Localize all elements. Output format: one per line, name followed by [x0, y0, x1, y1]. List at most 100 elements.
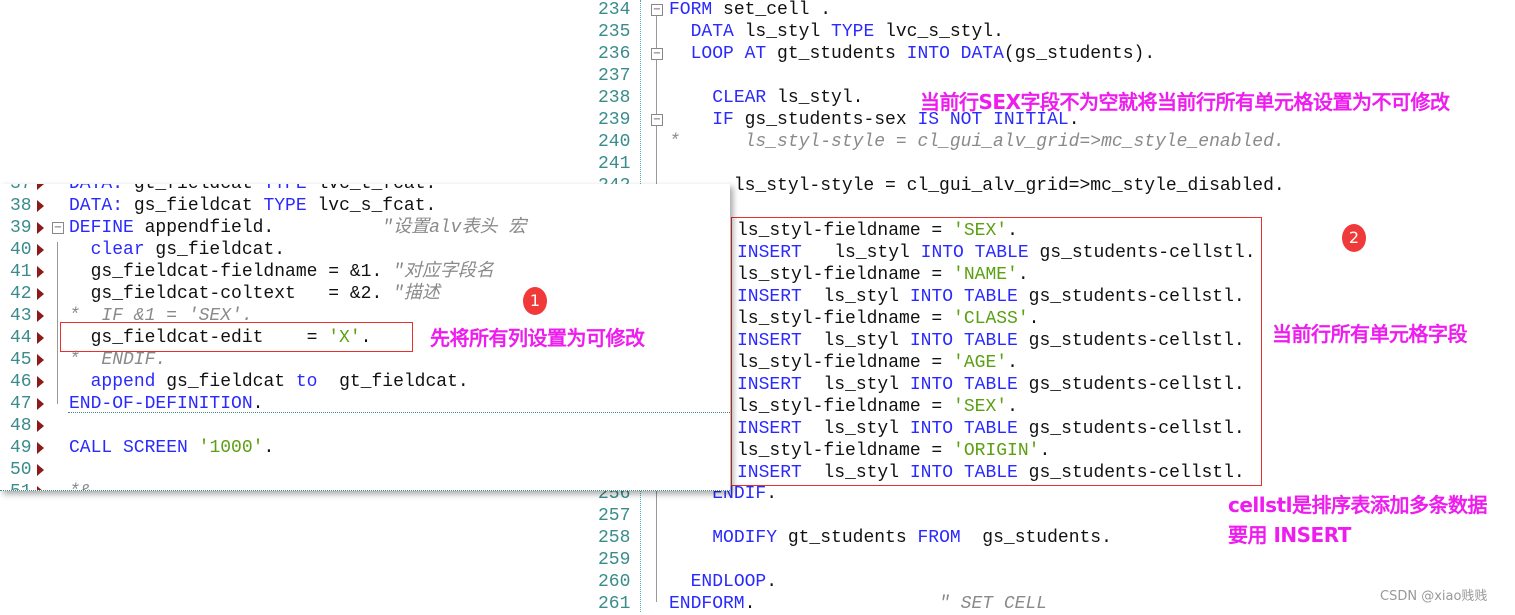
code-token: . — [1017, 265, 1029, 285]
code-token: INSERT — [737, 243, 802, 263]
code-token: gs_fieldcat-fieldname = &1. — [69, 262, 394, 282]
line-number: 44 — [10, 328, 32, 348]
annotation-sex-disabled: 当前行SEX字段不为空就将当前行所有单元格设置为不可修改 — [920, 90, 1450, 114]
line-number: 241 — [598, 154, 631, 174]
code-token: 'NAME' — [953, 265, 1018, 285]
fold-toggle[interactable]: − — [651, 114, 663, 126]
code-line: INSERT ls_styl INTO TABLE gs_students-ce… — [737, 330, 1245, 352]
code-token: DATA: — [69, 184, 124, 194]
fold-toggle[interactable]: − — [651, 48, 663, 60]
code-line: DEFINE appendfield. "设置alv表头 宏 — [69, 217, 526, 239]
line-number: 40 — [10, 240, 32, 260]
code-token: gs_students-cellstl. — [1017, 287, 1245, 307]
code-token: ls_styl — [801, 243, 921, 263]
line-number: 239 — [598, 110, 631, 130]
code-line: ls_styl-fieldname = 'SEX'. — [737, 396, 1018, 418]
code-token: gs_students-cellstl. — [1028, 243, 1256, 263]
code-token: *& — [69, 482, 91, 490]
breakpoint-marker-icon — [37, 288, 44, 300]
code-token: ls_styl-fieldname = — [737, 309, 954, 329]
line-number: 234 — [598, 0, 631, 20]
code-token: "设置alv表头 宏 — [382, 218, 527, 238]
annotation-row-fields: 当前行所有单元格字段 — [1272, 322, 1468, 346]
code-line: END-OF-DEFINITION. — [69, 393, 263, 415]
line-number: 42 — [10, 284, 32, 304]
code-token: gs_fieldcat-coltext = &2. — [69, 284, 394, 304]
line-number: 258 — [598, 528, 631, 548]
code-token: ls_styl-fieldname = — [737, 441, 954, 461]
code-token: ls_styl — [801, 463, 910, 483]
code-token: 'SEX' — [953, 397, 1008, 417]
code-token: gs_fieldcat — [155, 372, 296, 392]
code-token: ls_styl — [801, 287, 910, 307]
code-token: . — [252, 394, 264, 414]
code-line: CLEAR ls_styl. — [669, 87, 863, 109]
code-line: * IF &1 = 'SEX'. — [69, 305, 253, 327]
code-line: FORM set_cell . — [669, 0, 831, 21]
code-token: INTO TABLE — [909, 287, 1018, 307]
code-line: clear gs_fieldcat. — [69, 239, 285, 261]
code-line: INSERT ls_styl INTO TABLE gs_students-ce… — [737, 374, 1245, 396]
code-token: gs_fieldcat-edit = — [69, 328, 329, 348]
code-token: INTO TABLE — [920, 243, 1029, 263]
code-token: (gs_students). — [1003, 44, 1156, 64]
code-token: INTO DATA — [906, 44, 1004, 64]
code-token: ls_styl — [733, 22, 832, 42]
code-token: DATA — [690, 22, 734, 42]
code-token: DATA: — [69, 196, 124, 216]
code-line: ls_styl-fieldname = 'AGE'. — [737, 352, 1018, 374]
code-token: ls_styl — [801, 419, 910, 439]
code-token: gt_fieldcat. — [317, 372, 469, 392]
code-token: gs_students-sex — [733, 110, 918, 130]
code-token: INSERT — [737, 287, 802, 307]
left-code-editor: 1 先将所有列设置为可修改 37 DATA: gt_fieldcat TYPE l… — [0, 184, 730, 491]
line-number: 38 — [10, 196, 32, 216]
code-token: ENDLOOP — [690, 572, 767, 592]
code-token: . — [744, 594, 940, 614]
line-number: 43 — [10, 306, 32, 326]
code-token: . — [360, 328, 372, 348]
code-line: gs_fieldcat-fieldname = &1. "对应字段名 — [69, 261, 494, 283]
code-token: 'SEX' — [953, 221, 1008, 241]
code-line: * ls_styl-style = cl_gui_alv_grid=>mc_st… — [669, 131, 1285, 153]
line-number: 235 — [598, 22, 631, 42]
fold-toggle[interactable]: − — [651, 4, 663, 16]
code-token: TYPE — [263, 184, 307, 194]
code-token: ls_styl-fieldname = — [737, 265, 954, 285]
code-token: * IF &1 = 'SEX'. — [69, 306, 253, 326]
code-line: INSERT ls_styl INTO TABLE gs_students-ce… — [737, 242, 1256, 264]
code-token: gs_students-cellstl. — [1017, 419, 1245, 439]
code-token: to — [295, 372, 318, 392]
code-token: . — [1007, 221, 1018, 241]
line-number: 39 — [10, 218, 32, 238]
breakpoint-marker-icon — [37, 266, 44, 278]
code-token: " SET CELL — [939, 594, 1048, 614]
code-line: DATA: gs_fieldcat TYPE lvc_s_fcat. — [69, 195, 436, 217]
code-token: 'AGE' — [953, 353, 1008, 373]
breakpoint-marker-icon — [37, 222, 44, 234]
code-token: ls_styl-fieldname = — [737, 221, 954, 241]
code-line: ENDLOOP. — [669, 571, 777, 593]
code-token: TYPE — [831, 22, 875, 42]
code-token: 'ORIGIN' — [953, 441, 1040, 461]
line-number: 45 — [10, 350, 32, 370]
code-line: INSERT ls_styl INTO TABLE gs_students-ce… — [737, 462, 1245, 484]
breakpoint-marker-icon — [37, 442, 44, 454]
code-token: FORM — [669, 0, 713, 20]
line-number: 41 — [10, 262, 32, 282]
code-line: gs_fieldcat-coltext = &2. "描述 — [69, 283, 440, 305]
code-token: INSERT — [737, 375, 802, 395]
fold-toggle[interactable]: − — [52, 222, 64, 234]
breakpoint-marker-icon — [37, 354, 44, 366]
code-token: gs_students-cellstl. — [1017, 331, 1245, 351]
code-token: 'CLASS' — [953, 309, 1029, 329]
code-token: IF — [712, 110, 734, 130]
code-token: MODIFY — [712, 528, 778, 548]
code-token: DEFINE — [69, 218, 134, 238]
code-token: CALL SCREEN — [69, 438, 188, 458]
code-token: INTO TABLE — [909, 375, 1018, 395]
line-number: 46 — [10, 372, 32, 392]
